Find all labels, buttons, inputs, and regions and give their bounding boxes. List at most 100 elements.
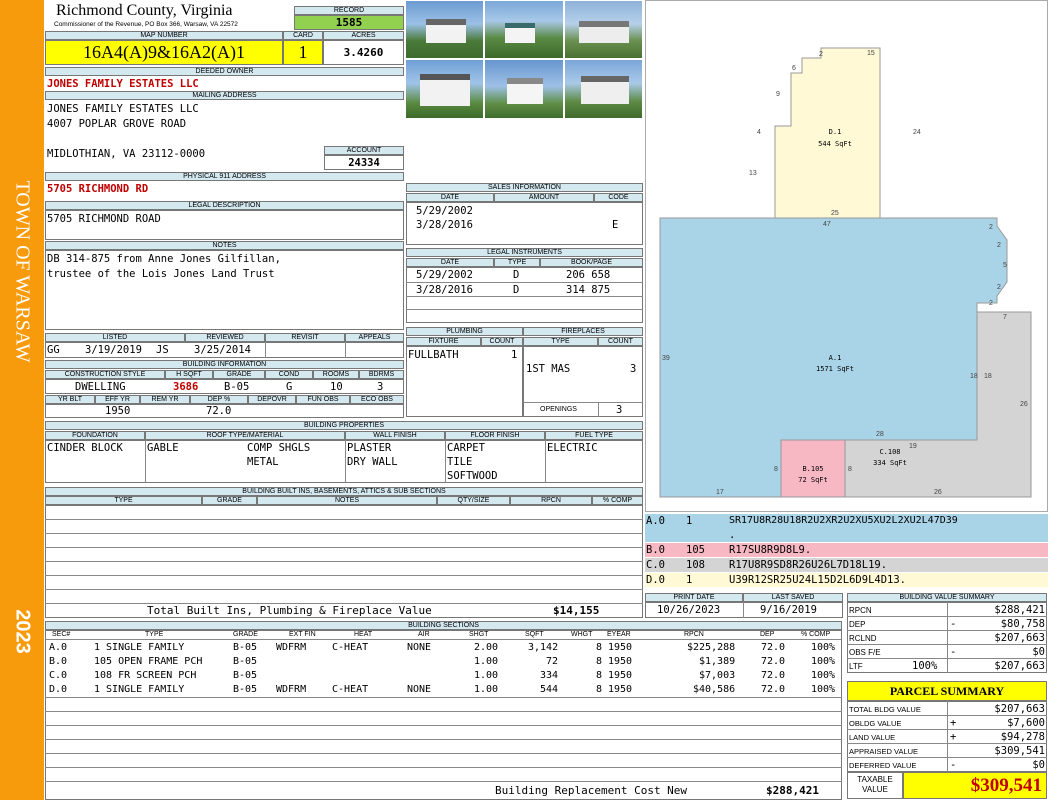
sec-a-grade: B-05 <box>233 642 258 653</box>
sketch-dim: 13 <box>749 170 757 177</box>
ps-key-1: TOTAL BLDG VALUE <box>849 705 921 714</box>
builtins-col-rpcn: RPCN <box>510 496 592 505</box>
builtins-col-notes: NOTES <box>257 496 437 505</box>
fireplaces-col-count: COUNT <box>598 337 643 346</box>
sec-b-dep: 72.0 <box>761 656 786 667</box>
sketch-label-b105: B.105 <box>802 465 823 473</box>
code-a-sec: A.0 <box>646 515 665 527</box>
instr-book-1: 206 658 <box>566 269 611 281</box>
sketch-dim: 18 <box>984 373 992 380</box>
bi-col-yrblt: YR BLT <box>45 395 95 404</box>
ps-key-5: DEFERRED VALUE <box>849 761 917 770</box>
bi-style: DWELLING <box>75 381 126 393</box>
property-photo-1 <box>405 0 484 59</box>
builtins-col-qty: QTY/SIZE <box>437 496 510 505</box>
sketch-area-a1: 1571 SqFt <box>816 365 854 373</box>
card-header: CARD <box>283 31 323 40</box>
prop-floor-2: TILE <box>447 456 473 468</box>
listed-by: GG <box>47 344 60 356</box>
sec-d-sqft: 544 <box>540 684 559 695</box>
instruments-header: LEGAL INSTRUMENTS <box>406 248 643 257</box>
acres-header: ACRES <box>323 31 404 40</box>
sketch-dim: 2 <box>989 300 993 307</box>
property-photo-5 <box>484 59 564 119</box>
fireplace-count: 3 <box>630 363 637 375</box>
notes-header: NOTES <box>45 241 404 250</box>
ps-val-4: $309,541 <box>994 745 1045 757</box>
sales-col-code: CODE <box>594 193 643 202</box>
code-c-path: R17U8R9SD8R26U26L7D18L19. <box>729 559 888 571</box>
prop-roof-mat-2: METAL <box>247 456 279 468</box>
code-c-sec: C.0 <box>646 559 665 571</box>
sec-c-dep: 72.0 <box>761 670 786 681</box>
mailing-line-1: JONES FAMILY ESTATES LLC <box>47 103 199 115</box>
sec-a-sec: A.0 <box>49 642 68 653</box>
sketch-area-d1: 544 SqFt <box>818 140 852 148</box>
sec-c-type: 108 FR SCREEN PCH <box>94 670 197 681</box>
prop-floor-1: CARPET <box>447 442 485 454</box>
sketch-dim: 2 <box>819 51 823 58</box>
code-b-path: R17SU8R9D8L9. <box>729 544 812 556</box>
bi-cond: G <box>286 381 293 393</box>
sketch-dim: 2 <box>997 284 1001 291</box>
value-summary-header: BUILDING VALUE SUMMARY <box>847 593 1047 602</box>
bi-col-bdrms: BDRMS <box>359 370 404 379</box>
sections-header: BUILDING SECTIONS <box>45 621 842 630</box>
parcel-summary-header: PARCEL SUMMARY <box>847 681 1047 701</box>
builtins-total: $14,155 <box>553 604 600 617</box>
bi-col-depovr: DEPOVR <box>248 395 296 404</box>
code-d-path: U39R12SR25U24L15D2L6D9L4D13. <box>729 574 907 586</box>
sketch-dim: 2 <box>989 224 993 231</box>
sec-a-air: NONE <box>407 642 432 653</box>
last-saved: 9/16/2019 <box>760 604 817 616</box>
instr-type-1: D <box>513 269 520 281</box>
prop-col-wall: WALL FINISH <box>345 431 445 440</box>
sec-d-eyear: 1950 <box>608 684 633 695</box>
sec-a-sqft: 3,142 <box>528 642 559 653</box>
sketch-dim: 47 <box>823 221 831 228</box>
bi-hsqft: 3686 <box>173 381 199 393</box>
ps-key-4: APPRAISED VALUE <box>849 747 919 756</box>
notes-line-1: DB 314-875 from Anne Jones Gilfillan, <box>47 253 281 265</box>
last-saved-header: LAST SAVED <box>743 593 843 602</box>
instr-col-type: TYPE <box>494 258 540 267</box>
code-a-cont: . <box>729 529 736 541</box>
sec-d-dep: 72.0 <box>761 684 786 695</box>
sketch-dim: 17 <box>716 489 724 496</box>
code-d-num: 1 <box>686 574 693 586</box>
vs-key-2: DEP <box>849 620 866 629</box>
sales-date-2: 3/28/2016 <box>416 219 473 231</box>
card-number: 1 <box>283 40 323 65</box>
instr-type-2: D <box>513 284 520 296</box>
sections-total: $288,421 <box>766 784 819 797</box>
sec-col-dep: DEP <box>760 631 775 638</box>
mailing-line-3: MIDLOTHIAN, VA 23112-0000 <box>47 148 206 160</box>
sketch-dim: 8 <box>774 466 778 473</box>
plumbing-fixture: FULLBATH <box>408 349 459 361</box>
plumbing-header: PLUMBING <box>406 327 523 336</box>
sketch-dim: 15 <box>867 50 875 57</box>
bi-col-hsqft: H SQFT <box>165 370 213 379</box>
sec-d-air: NONE <box>407 684 432 695</box>
properties-header: BUILDING PROPERTIES <box>45 421 643 430</box>
code-b-sec: B.0 <box>646 544 665 556</box>
sec-c-whgt: 8 <box>596 670 603 681</box>
notes-line-2: trustee of the Lois Jones Land Trust <box>47 268 275 280</box>
property-photo-2 <box>484 0 564 59</box>
sketch-area-c108: 334 SqFt <box>873 459 907 467</box>
prop-floor-3: SOFTWOOD <box>447 470 498 482</box>
sec-col-comp: % COMP <box>801 631 831 638</box>
sec-c-comp: 100% <box>811 670 836 681</box>
sketch-dim: 5 <box>1003 262 1007 269</box>
sketch-dim: 9 <box>776 91 780 98</box>
code-b-num: 105 <box>686 544 705 556</box>
vs-val-2: $80,758 <box>1000 618 1045 630</box>
fireplaces-header: FIREPLACES <box>523 327 643 336</box>
account-number: 24334 <box>324 155 404 170</box>
owner-header: DEEDED OWNER <box>45 67 404 76</box>
ps-val-2: $7,600 <box>1007 717 1045 729</box>
acres-value: 3.4260 <box>323 40 404 65</box>
bi-col-ecoobs: ECO OBS <box>350 395 404 404</box>
building-info-header: BUILDING INFORMATION <box>45 360 404 369</box>
sec-a-rpcn: $225,288 <box>687 642 736 653</box>
